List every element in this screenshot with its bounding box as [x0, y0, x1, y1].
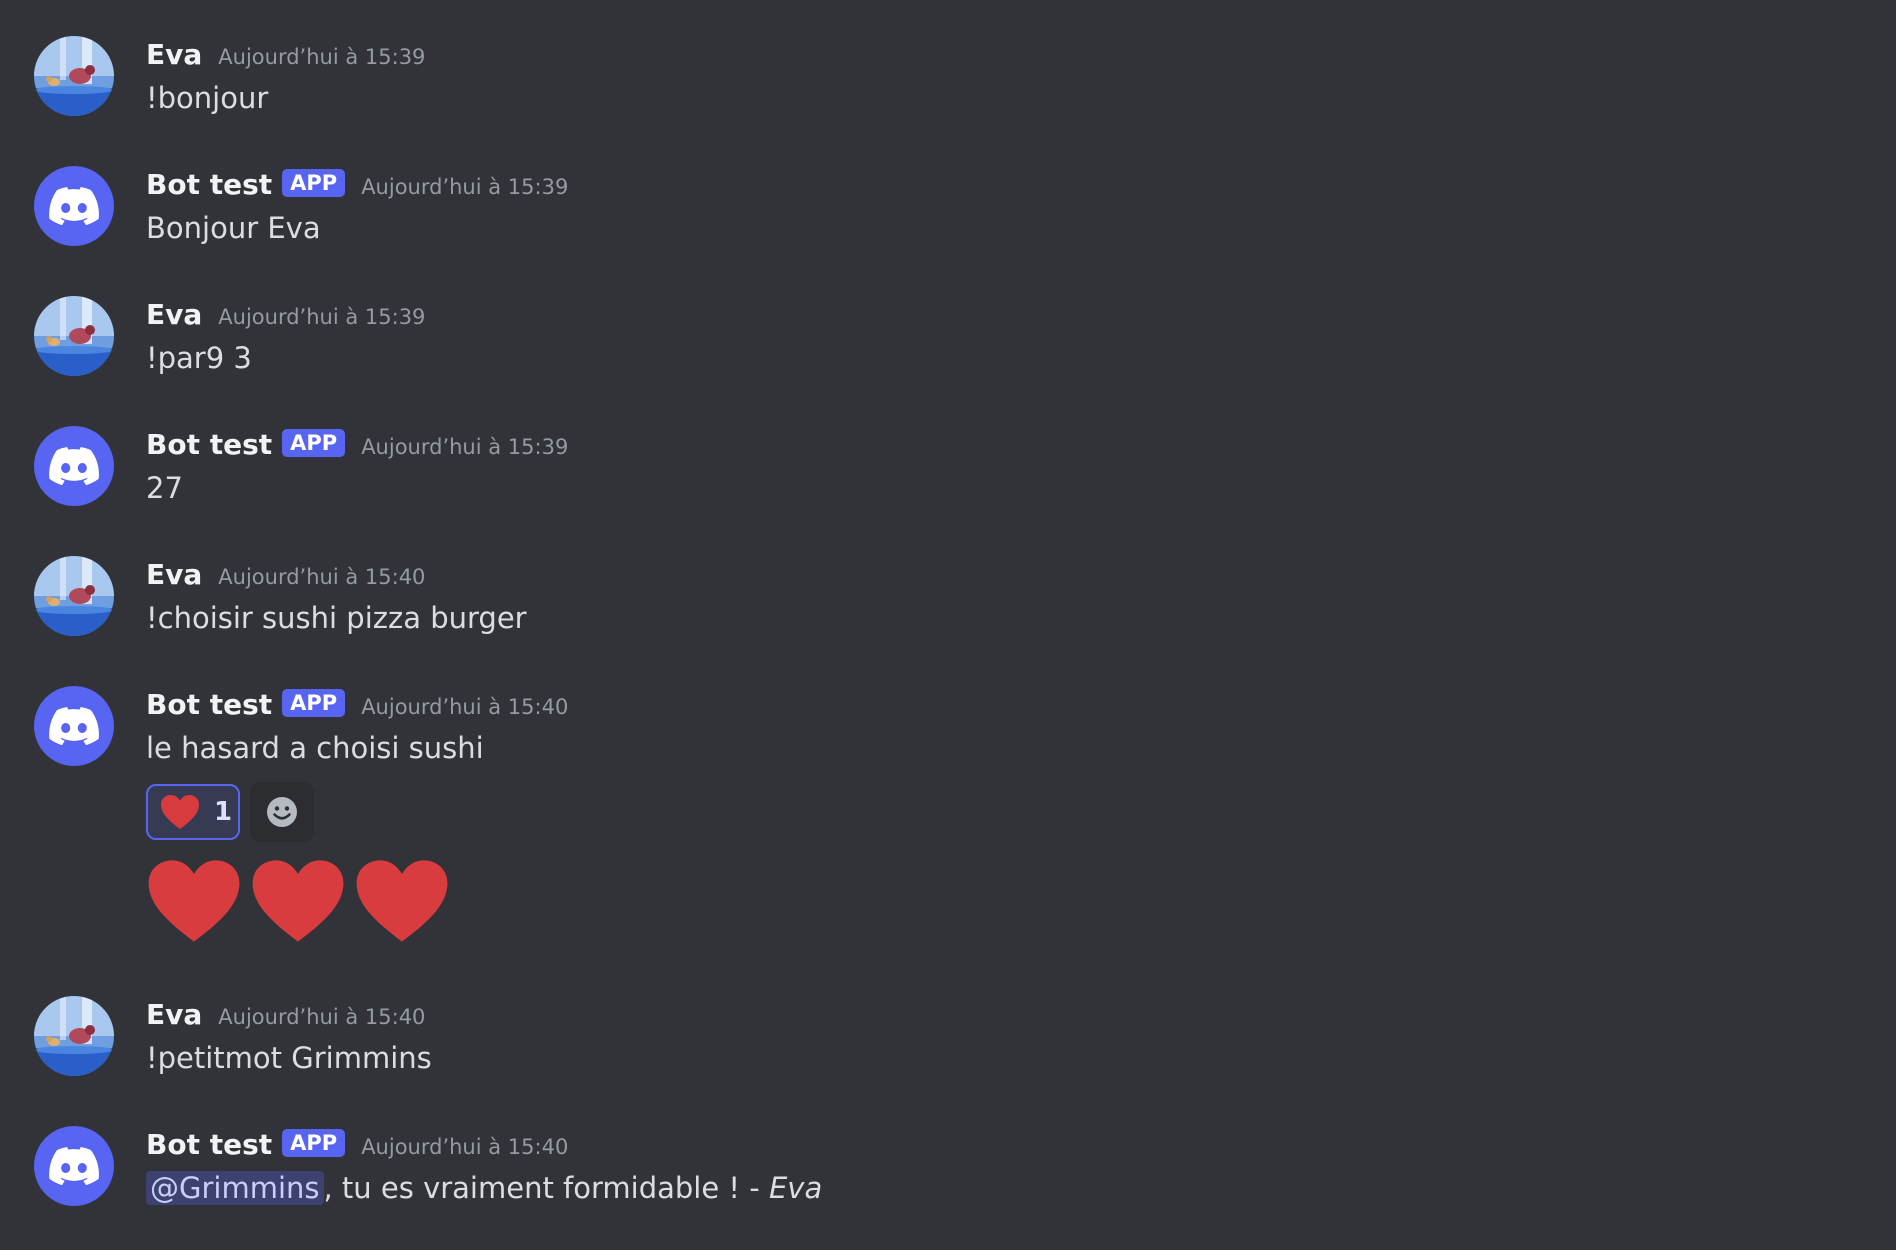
author-name[interactable]: Eva: [146, 38, 202, 71]
user-mention[interactable]: @Grimmins: [146, 1171, 324, 1205]
message-content: !petitmot Grimmins: [146, 1041, 432, 1075]
message-content: @Grimmins, tu es vraiment formidable ! -…: [146, 1168, 822, 1208]
app-badge: APP: [282, 689, 346, 717]
heart-emoji-icon: [148, 860, 240, 942]
discord-logo-icon: [49, 1147, 99, 1185]
message-signature: Eva: [768, 1171, 823, 1205]
timestamp[interactable]: Aujourd’hui à 15:40: [361, 1135, 568, 1159]
author-name[interactable]: Bot test: [146, 168, 272, 201]
timestamp[interactable]: Aujourd’hui à 15:39: [218, 45, 425, 69]
author-name[interactable]: Bot test: [146, 428, 272, 461]
author-name[interactable]: Eva: [146, 998, 202, 1031]
user-avatar[interactable]: [34, 556, 114, 636]
user-avatar[interactable]: [34, 296, 114, 376]
discord-logo-icon: [49, 187, 99, 225]
bot-avatar[interactable]: [34, 1126, 114, 1206]
timestamp[interactable]: Aujourd’hui à 15:39: [218, 305, 425, 329]
discord-logo-icon: [49, 447, 99, 485]
reaction-heart[interactable]: 1: [146, 784, 240, 840]
bot-avatar[interactable]: [34, 426, 114, 506]
heart-emoji-icon: [161, 795, 199, 829]
timestamp[interactable]: Aujourd’hui à 15:40: [218, 1005, 425, 1029]
timestamp[interactable]: Aujourd’hui à 15:40: [361, 695, 568, 719]
discord-logo-icon: [49, 707, 99, 745]
author-name[interactable]: Eva: [146, 298, 202, 331]
message-content: !choisir sushi pizza burger: [146, 601, 527, 635]
message-content: !bonjour: [146, 81, 269, 115]
timestamp[interactable]: Aujourd’hui à 15:39: [361, 175, 568, 199]
app-badge: APP: [282, 169, 346, 197]
app-badge: APP: [282, 429, 346, 457]
reactions-bar: 1: [146, 782, 314, 842]
app-badge: APP: [282, 1129, 346, 1157]
bot-avatar[interactable]: [34, 166, 114, 246]
bot-avatar[interactable]: [34, 686, 114, 766]
smiley-add-reaction-icon: [267, 797, 297, 827]
user-avatar[interactable]: [34, 36, 114, 116]
add-reaction-button[interactable]: [250, 782, 314, 842]
message-content: le hasard a choisi sushi: [146, 731, 484, 765]
author-name[interactable]: Bot test: [146, 1128, 272, 1161]
author-name[interactable]: Eva: [146, 558, 202, 591]
message-content: 27: [146, 471, 183, 505]
timestamp[interactable]: Aujourd’hui à 15:39: [361, 435, 568, 459]
message-text: , tu es vraiment formidable ! -: [323, 1171, 769, 1205]
heart-emoji-icon: [252, 860, 344, 942]
reaction-count: 1: [214, 797, 233, 827]
author-name[interactable]: Bot test: [146, 688, 272, 721]
heart-emoji-icon: [356, 860, 448, 942]
big-emoji-row: [146, 858, 458, 944]
message-content: !par9 3: [146, 341, 252, 375]
user-avatar[interactable]: [34, 996, 114, 1076]
message-content: Bonjour Eva: [146, 211, 321, 245]
timestamp[interactable]: Aujourd’hui à 15:40: [218, 565, 425, 589]
